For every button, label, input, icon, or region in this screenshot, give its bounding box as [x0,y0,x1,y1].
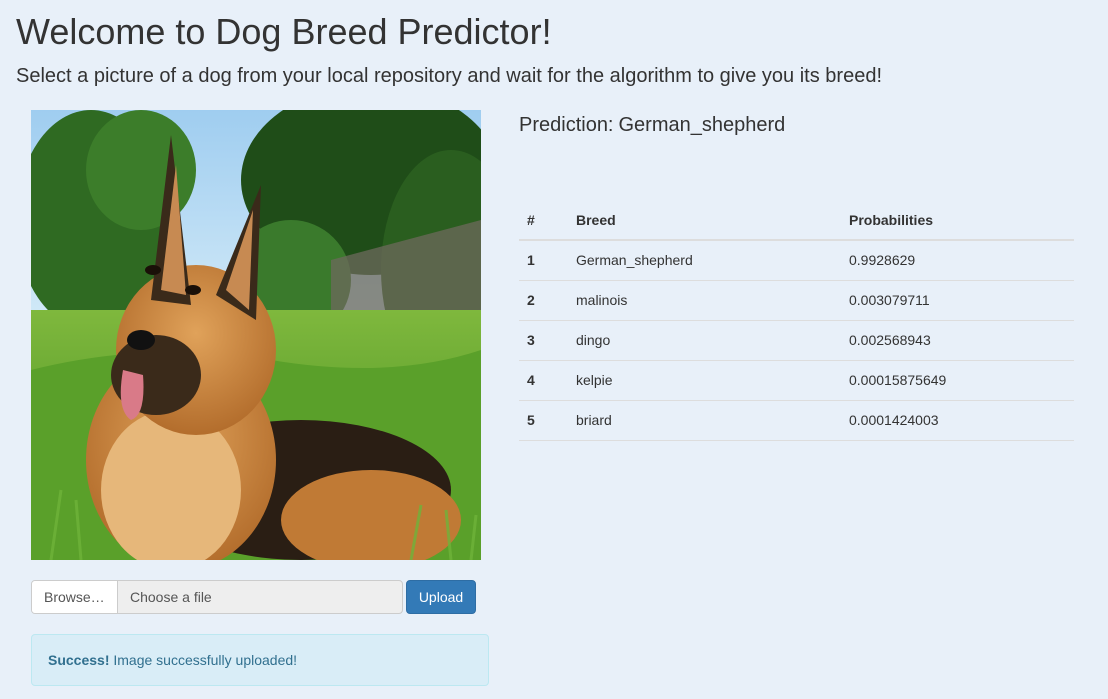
table-row: 2 malinois 0.003079711 [519,280,1074,321]
prediction-label: Prediction: [519,114,614,136]
row-breed: German_shepherd [568,240,841,281]
row-breed: dingo [568,320,841,361]
table-row: 5 briard 0.0001424003 [519,400,1074,441]
row-probability: 0.9928629 [841,240,1074,281]
table-row: 3 dingo 0.002568943 [519,320,1074,361]
success-alert: Success! Image successfully uploaded! [31,634,489,686]
page-subtitle: Select a picture of a dog from your loca… [16,65,882,87]
row-rank: 5 [519,400,568,441]
row-probability: 0.003079711 [841,280,1074,321]
table-row: 4 kelpie 0.00015875649 [519,360,1074,401]
browse-button[interactable]: Browse… [32,581,118,613]
prediction-value: German_shepherd [618,114,786,136]
results-table: # Breed Probabilities 1 German_shepherd … [519,200,1074,441]
row-breed: malinois [568,280,841,321]
header-rank: # [519,200,568,241]
row-rank: 2 [519,280,568,321]
page: Welcome to Dog Breed Predictor! Select a… [0,0,1108,699]
header-probabilities: Probabilities [841,200,1074,241]
table-row: 1 German_shepherd 0.9928629 [519,240,1074,281]
row-probability: 0.002568943 [841,320,1074,361]
row-breed: kelpie [568,360,841,401]
row-probability: 0.0001424003 [841,400,1074,441]
alert-strong-text: Success! [48,652,110,668]
table-header-row: # Breed Probabilities [519,200,1074,241]
upload-button[interactable]: Upload [406,580,476,614]
row-breed: briard [568,400,841,441]
file-input-group[interactable]: Browse… Choose a file [31,580,403,614]
row-rank: 3 [519,320,568,361]
row-rank: 1 [519,240,568,281]
header-breed: Breed [568,200,841,241]
row-probability: 0.00015875649 [841,360,1074,401]
file-name-field[interactable]: Choose a file [118,581,402,613]
page-title: Welcome to Dog Breed Predictor! [16,11,552,52]
dog-photo [31,110,481,560]
row-rank: 4 [519,360,568,401]
prediction-heading: Prediction: German_shepherd [519,112,785,138]
alert-message: Image successfully uploaded! [113,652,298,668]
